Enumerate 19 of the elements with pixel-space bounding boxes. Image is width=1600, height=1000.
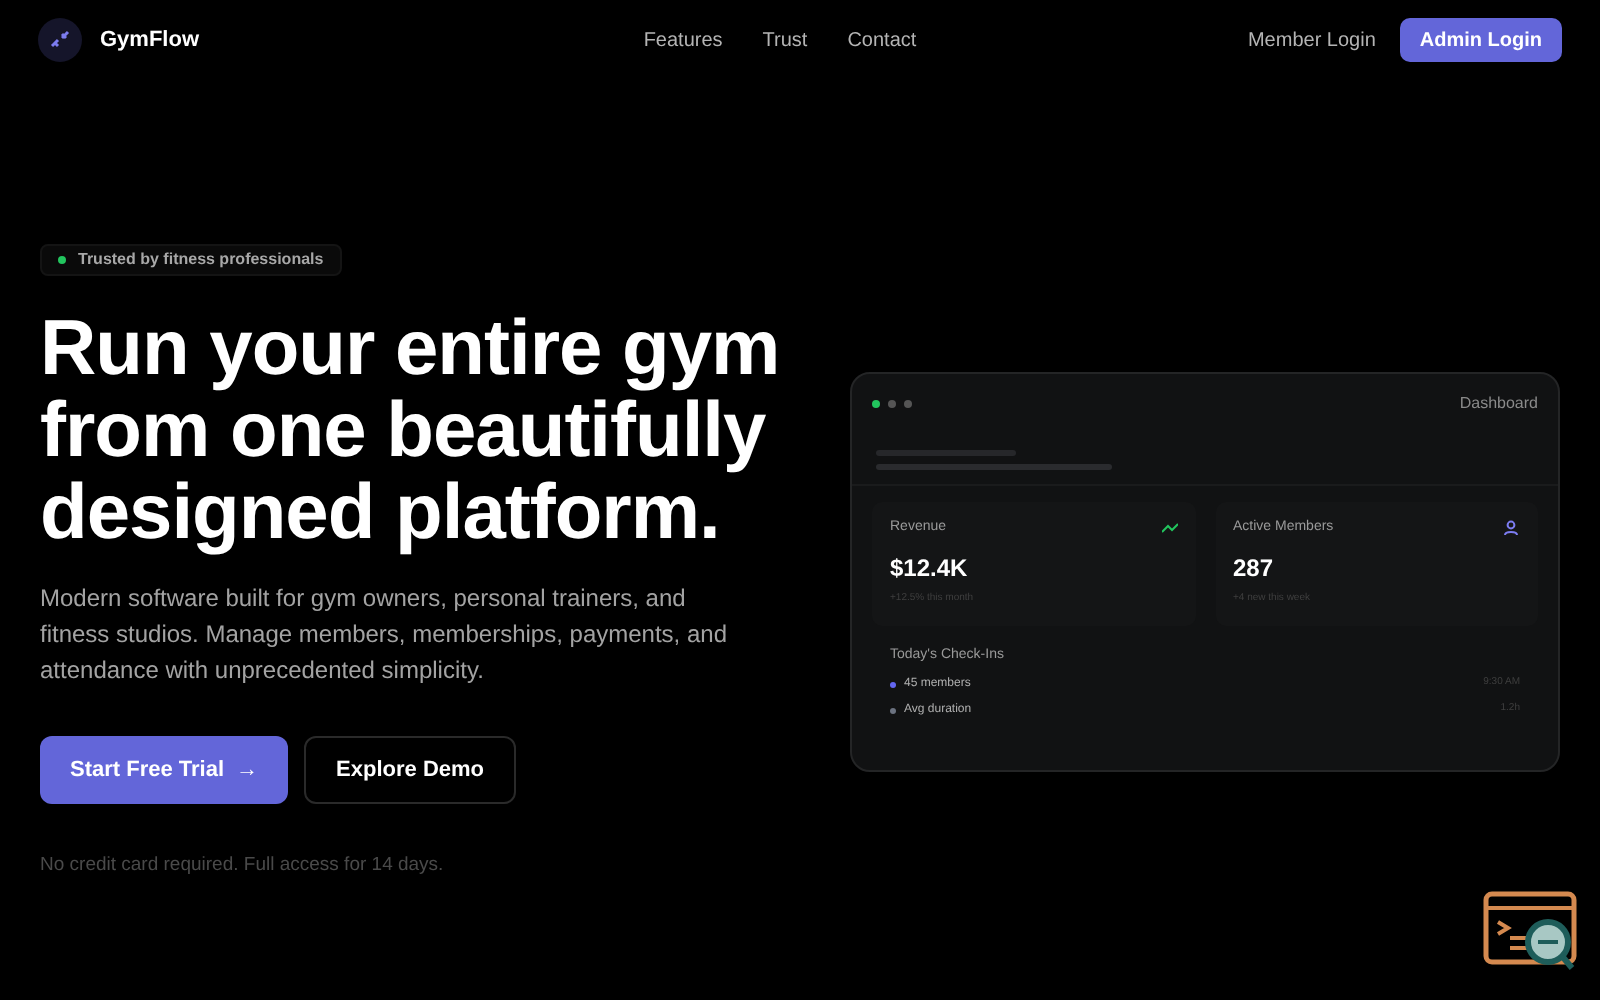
- stat-value: 287: [1233, 551, 1276, 585]
- brand-name: GymFlow: [100, 25, 200, 56]
- explore-demo-button[interactable]: Explore Demo: [304, 736, 517, 804]
- hero-note: No credit card required. Full access for 14 days.: [40, 852, 446, 880]
- nav-link[interactable]: Trust: [762, 25, 808, 55]
- admin-login-button[interactable]: Admin Login: [1399, 18, 1562, 62]
- hero-headline: Run your entire gym from one beautifully designed platform.: [40, 308, 782, 554]
- start-trial-button[interactable]: Start Free Trial →: [40, 736, 289, 804]
- dashboard-title: Dashboard: [1459, 392, 1538, 416]
- trend-icon: [1161, 522, 1177, 535]
- logo-icon: [38, 18, 82, 62]
- hero-description: Modern software built for gym owners, personal trainers, and fitness studios. Manage members, memberships, payments, and attendance with unprecedented simplicity.: [40, 582, 729, 688]
- code-search-icon[interactable]: [1482, 890, 1582, 974]
- stat-value: $12.4K: [890, 551, 970, 585]
- badge-text: Trusted by fitness professionals: [78, 248, 324, 272]
- member-login-link[interactable]: Member Login: [1247, 25, 1376, 55]
- nav-link[interactable]: Features: [643, 25, 723, 55]
- nav-link[interactable]: Contact: [847, 25, 917, 55]
- user-icon: [1504, 520, 1520, 537]
